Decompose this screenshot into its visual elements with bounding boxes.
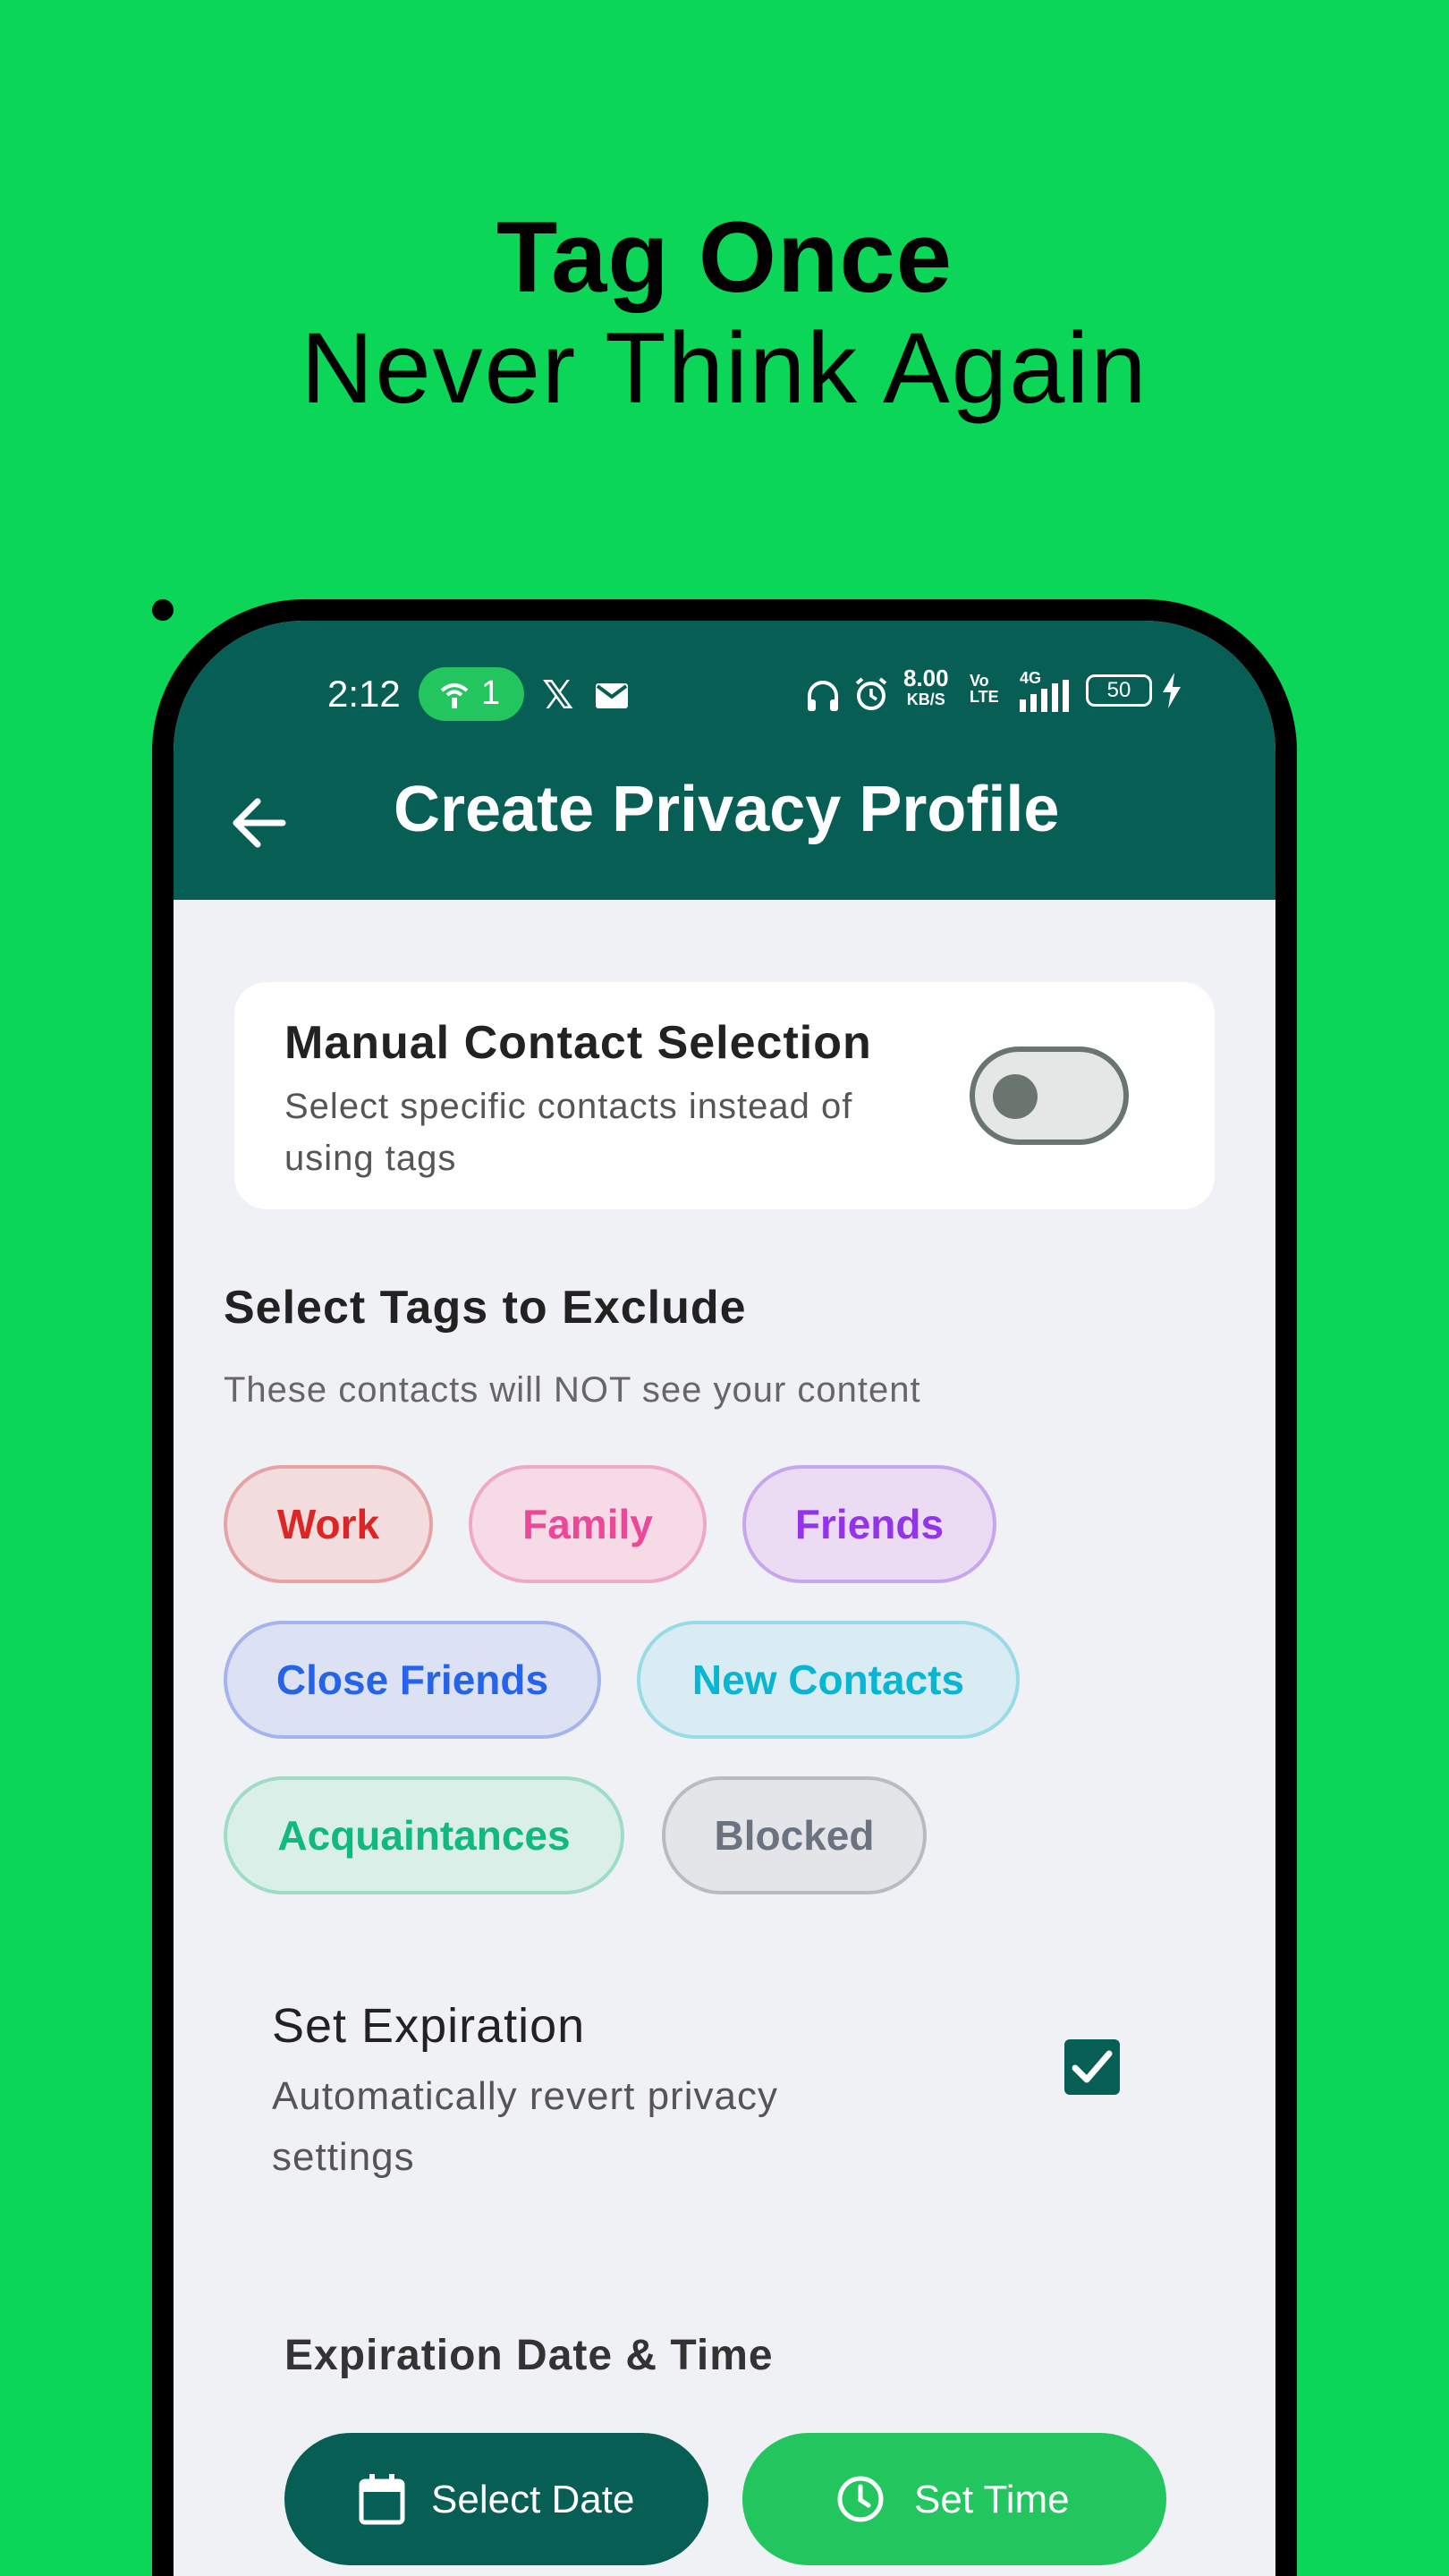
mail-icon [596, 683, 628, 708]
alarm-icon [855, 677, 887, 710]
phone-frame: 2:12 1 𝕏 8.00 KB/S Vo LTE 4G 50 Create P… [152, 599, 1297, 2576]
tags-section-title: Select Tags to Exclude [224, 1282, 747, 1334]
charging-icon [1163, 673, 1181, 708]
date-time-title: Expiration Date & Time [284, 2332, 774, 2379]
network-speed-value: 8.00 [903, 665, 949, 691]
toggle-knob [993, 1074, 1038, 1119]
expiration-checkbox[interactable] [1064, 2039, 1120, 2095]
select-date-button[interactable]: Select Date [284, 2433, 708, 2565]
app-bar: 2:12 1 𝕏 8.00 KB/S Vo LTE 4G 50 Create P… [174, 621, 1275, 900]
network-speed-unit: KB/S [906, 691, 945, 708]
promo-headline: Tag Once Never Think Again [0, 204, 1449, 426]
tag-chip-new-contacts[interactable]: New Contacts [637, 1621, 1020, 1739]
manual-selection-toggle[interactable] [970, 1046, 1129, 1145]
manual-selection-subtitle: Select specific contacts instead of usin… [284, 1087, 853, 1178]
tag-chip-work[interactable]: Work [224, 1465, 433, 1583]
tag-chip-acquaintances[interactable]: Acquaintances [224, 1776, 624, 1894]
manual-selection-title: Manual Contact Selection [284, 1017, 872, 1069]
set-time-label: Set Time [914, 2478, 1070, 2521]
headline-line-2: Never Think Again [301, 312, 1148, 424]
manual-selection-card: Manual Contact Selection Select specific… [234, 982, 1215, 1209]
status-bar: 2:12 1 𝕏 8.00 KB/S Vo LTE 4G 50 [174, 665, 1275, 724]
set-time-button[interactable]: Set Time [742, 2433, 1166, 2565]
volte-top: Vo [970, 672, 989, 690]
tag-chip-close-friends[interactable]: Close Friends [224, 1621, 601, 1739]
signal-icon [1020, 680, 1069, 712]
checkmark-icon [1072, 2050, 1113, 2083]
x-app-icon: 𝕏 [542, 674, 574, 717]
phone-screen: 2:12 1 𝕏 8.00 KB/S Vo LTE 4G 50 Create P… [174, 621, 1275, 2576]
back-arrow-icon[interactable] [231, 796, 288, 850]
select-date-label: Select Date [431, 2478, 635, 2521]
clock-icon [837, 2476, 884, 2522]
network-speed: 8.00 KB/S [903, 665, 949, 710]
volte-indicator: Vo LTE [970, 673, 999, 705]
hotspot-indicator: 1 [419, 667, 524, 721]
hotspot-icon [440, 683, 469, 708]
camera-dot [152, 599, 174, 621]
expiration-subtitle: Automatically revert privacy settings [272, 2074, 778, 2179]
tags-section-subtitle: These contacts will NOT see your content [224, 1370, 921, 1410]
volte-bottom: LTE [970, 688, 999, 706]
headline-line-1: Tag Once [496, 201, 953, 313]
headphones-icon [808, 681, 838, 711]
tag-chip-friends[interactable]: Friends [742, 1465, 996, 1583]
page-title: Create Privacy Profile [394, 774, 1060, 845]
calendar-icon [359, 2474, 405, 2525]
tag-chip-blocked[interactable]: Blocked [662, 1776, 927, 1894]
battery-indicator: 50 [1086, 674, 1152, 707]
expiration-title: Set Expiration [272, 1999, 586, 2053]
hotspot-count: 1 [481, 674, 501, 712]
tag-chip-family[interactable]: Family [469, 1465, 707, 1583]
status-time: 2:12 [327, 673, 401, 715]
